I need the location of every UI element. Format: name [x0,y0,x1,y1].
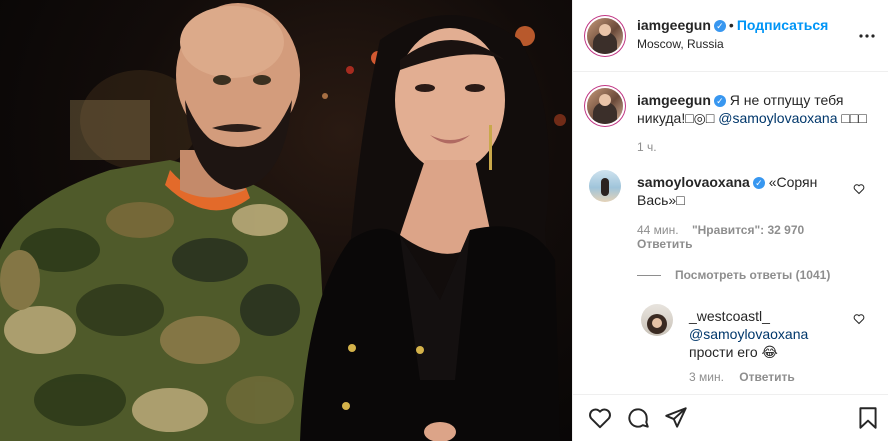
caption-tail: □□□ [841,110,867,126]
caption-time[interactable]: 1 ч. [637,140,657,154]
reply-text: прости его 😂 [689,344,778,360]
comment-likes[interactable]: "Нравится": 32 970 [692,223,804,237]
separator-dot: • [728,17,734,33]
heart-icon[interactable] [587,405,613,431]
post-photo[interactable] [0,0,572,441]
share-icon[interactable] [663,405,689,431]
follow-button[interactable]: Подписаться [737,17,829,33]
bookmark-icon[interactable] [855,405,881,431]
comment-time[interactable]: 44 мин. [637,223,679,237]
action-bar [573,394,888,441]
comment-reply-button[interactable]: Ответить [637,237,692,251]
caption-mention[interactable]: @samoylovaoxana [718,110,837,126]
comment-username[interactable]: samoylovaoxana [637,174,750,190]
caption-username[interactable]: iamgeegun [637,92,711,108]
view-replies-button[interactable]: Посмотреть ответы (1041) [637,268,830,282]
more-options-icon[interactable] [859,22,875,43]
reply-reply-button[interactable]: Ответить [739,370,794,384]
verified-icon: ✓ [752,177,765,189]
post-location[interactable]: Moscow, Russia [637,37,724,51]
commenter-avatar[interactable] [589,170,621,202]
caption-avatar[interactable] [587,88,623,124]
verified-icon: ✓ [713,20,726,32]
comment-text-block: samoylovaoxana ✓ «Сорян Вась»□ [637,173,857,209]
view-replies-label: Посмотреть ответы (1041) [675,268,831,282]
author-username[interactable]: iamgeegun [637,17,711,33]
reply-avatar[interactable] [641,304,673,336]
comment-like-icon[interactable] [853,183,865,195]
post-header: iamgeegun ✓ • Подписаться Moscow, Russia [573,0,888,72]
reply-mention[interactable]: @samoylovaoxana [689,326,808,342]
reply-meta: 3 мин. Ответить [689,370,795,384]
reply-text-block: _westcoastl_ @samoylovaoxana прости его … [689,307,849,361]
header-line: iamgeegun ✓ • Подписаться [637,17,828,33]
reply-username[interactable]: _westcoastl_ [689,308,770,324]
reply-time[interactable]: 3 мин. [689,370,724,384]
view-replies-line [637,275,661,277]
post-sidebar: iamgeegun ✓ • Подписаться Moscow, Russia ia… [572,0,888,441]
comments-list[interactable]: iamgeegun ✓ Я не отпущу тебя никуда!□◎□ @… [573,73,888,393]
caption-text-block: iamgeegun ✓ Я не отпущу тебя никуда!□◎□ @… [637,91,867,127]
comment-icon[interactable] [625,405,651,431]
verified-icon: ✓ [713,95,726,107]
comment-meta: 44 мин. "Нравится": 32 970 [637,223,804,237]
reply-like-icon[interactable] [853,313,865,325]
photo-illustration [0,3,566,441]
author-avatar[interactable] [587,18,623,54]
